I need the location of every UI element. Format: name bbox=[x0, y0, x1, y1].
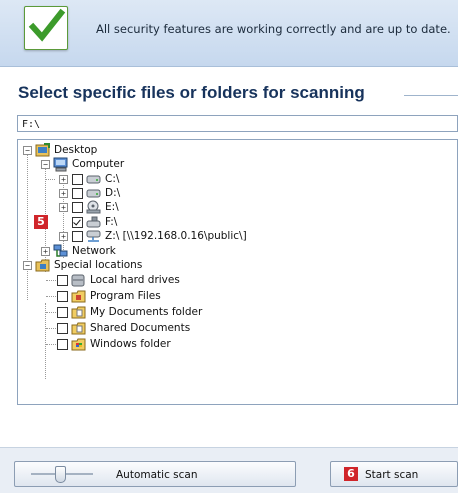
path-input[interactable]: F:\ bbox=[17, 115, 458, 132]
tree-label-network: Network bbox=[72, 245, 116, 257]
tree-label-drive: C:\ bbox=[105, 173, 120, 185]
program-files-checkbox[interactable] bbox=[57, 291, 68, 302]
page-title: Select specific files or folders for sca… bbox=[18, 83, 365, 102]
removable-drive-icon bbox=[86, 216, 101, 228]
tree-line bbox=[46, 344, 56, 345]
collapse-icon[interactable]: − bbox=[23, 261, 32, 270]
shared-documents-checkbox[interactable] bbox=[57, 323, 68, 334]
callout-marker-5: 5 bbox=[34, 215, 48, 229]
start-scan-label: Start scan bbox=[365, 469, 419, 481]
tree-line bbox=[46, 280, 56, 281]
tree-label-special-item: Local hard drives bbox=[90, 274, 180, 286]
tree-label-drive: F:\ bbox=[105, 216, 118, 228]
title-divider bbox=[404, 95, 458, 96]
folder-icon bbox=[71, 306, 86, 319]
tree-line bbox=[45, 303, 46, 379]
drive-f-checkbox[interactable] bbox=[72, 217, 83, 228]
special-folder-icon bbox=[35, 259, 50, 272]
tree-line bbox=[27, 154, 28, 300]
local-hard-drives-checkbox[interactable] bbox=[57, 275, 68, 286]
checkmark-icon bbox=[24, 6, 68, 50]
collapse-icon[interactable]: − bbox=[23, 146, 32, 155]
folder-icon bbox=[71, 290, 86, 303]
drive-z-checkbox[interactable] bbox=[72, 231, 83, 242]
drive-c-checkbox[interactable] bbox=[72, 174, 83, 185]
status-banner: All security features are working correc… bbox=[0, 0, 458, 67]
tree-label-drive: Z:\ [\\192.168.0.16\public\] bbox=[105, 230, 247, 242]
start-scan-button[interactable]: 6 Start scan bbox=[330, 461, 458, 487]
folder-icon bbox=[71, 322, 86, 335]
tree-label-special-item: Windows folder bbox=[90, 338, 171, 350]
expand-icon[interactable]: + bbox=[59, 232, 68, 241]
folder-icon bbox=[71, 338, 86, 351]
tree-label-special-item: Program Files bbox=[90, 290, 161, 302]
computer-icon bbox=[53, 157, 68, 172]
folder-tree[interactable]: − Desktop − Computer + C:\ + D:\ + E:\ 5… bbox=[17, 139, 458, 405]
expand-icon[interactable]: + bbox=[59, 189, 68, 198]
desktop-icon bbox=[35, 143, 50, 157]
tree-line bbox=[45, 179, 55, 180]
hard-drive-icon bbox=[86, 189, 101, 198]
collapse-icon[interactable]: − bbox=[41, 160, 50, 169]
footer-bar: Automatic scan 6 Start scan bbox=[0, 447, 458, 493]
tree-label-special-item: My Documents folder bbox=[90, 306, 203, 318]
tree-line bbox=[46, 296, 56, 297]
tree-label-desktop: Desktop bbox=[54, 144, 98, 156]
automatic-scan-slider-thumb[interactable] bbox=[55, 466, 66, 483]
tree-line bbox=[46, 312, 56, 313]
callout-marker-6: 6 bbox=[344, 467, 358, 481]
status-message: All security features are working correc… bbox=[96, 22, 451, 36]
tree-label-special-item: Shared Documents bbox=[90, 322, 191, 334]
scan-selection-panel: Select specific files or folders for sca… bbox=[0, 67, 458, 447]
hard-drive-icon bbox=[71, 274, 85, 287]
tree-line bbox=[46, 328, 56, 329]
drive-e-checkbox[interactable] bbox=[72, 202, 83, 213]
windows-folder-checkbox[interactable] bbox=[57, 339, 68, 350]
my-documents-checkbox[interactable] bbox=[57, 307, 68, 318]
automatic-scan-label: Automatic scan bbox=[116, 469, 198, 481]
tree-label-drive: D:\ bbox=[105, 187, 121, 199]
network-drive-icon bbox=[86, 230, 101, 242]
automatic-scan-button[interactable]: Automatic scan bbox=[14, 461, 296, 487]
tree-label-drive: E:\ bbox=[105, 201, 119, 213]
expand-icon[interactable]: + bbox=[59, 203, 68, 212]
tree-label-special-locations: Special locations bbox=[54, 259, 143, 271]
drive-d-checkbox[interactable] bbox=[72, 188, 83, 199]
network-icon bbox=[53, 244, 68, 257]
hard-drive-icon bbox=[86, 175, 101, 184]
expand-icon[interactable]: + bbox=[41, 247, 50, 256]
tree-label-computer: Computer bbox=[72, 158, 125, 170]
expand-icon[interactable]: + bbox=[59, 175, 68, 184]
optical-drive-icon bbox=[86, 200, 101, 214]
